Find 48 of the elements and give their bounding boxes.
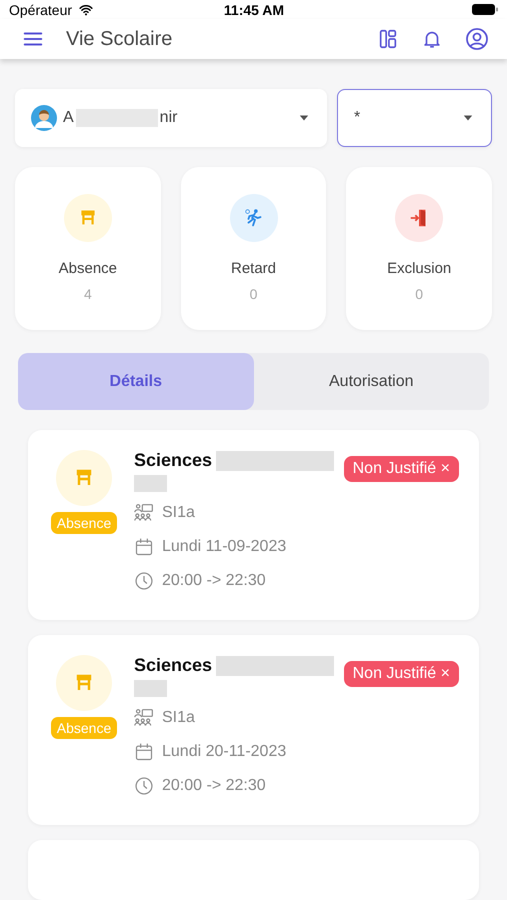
wifi-icon: [77, 2, 96, 17]
absence-date: Lundi 11-09-2023: [162, 538, 286, 556]
dropdown-caret-icon: [461, 113, 475, 123]
subject-title: Sciences: [134, 450, 212, 471]
stat-label: Exclusion: [387, 260, 452, 277]
student-name-end: nir: [160, 109, 178, 127]
calendar-icon: [134, 537, 154, 557]
subject-title: Sciences: [134, 655, 212, 676]
stat-card[interactable]: Absence 4: [15, 167, 161, 330]
tab[interactable]: Autorisation: [254, 353, 489, 410]
type-badge: Absence: [50, 717, 118, 739]
clock-icon: [134, 776, 154, 796]
period-dropdown[interactable]: *: [337, 89, 492, 147]
class-group: SI1a: [162, 504, 195, 522]
status-badge: Non Justifié ×: [344, 661, 459, 687]
time-range: 20:00 -> 22:30: [162, 777, 266, 795]
status-time: 11:45 AM: [224, 2, 284, 18]
absence-date: Lundi 20-11-2023: [162, 743, 286, 761]
blurred-text: [134, 680, 167, 697]
group-icon: [134, 503, 154, 523]
record-card[interactable]: Absence Sciences Non Justifié × SI1a Lundi 20-11-2023 20:00 -> 22:30: [28, 635, 479, 825]
dropdown-caret-icon: [297, 113, 311, 123]
period-value: *: [354, 109, 360, 127]
stat-label: Absence: [58, 260, 118, 277]
calendar-icon: [134, 742, 154, 762]
avatar-icon: [31, 105, 57, 131]
clock-icon: [134, 571, 154, 591]
battery-icon: [472, 3, 499, 16]
layout-icon: [377, 28, 399, 50]
stat-count: 0: [415, 286, 424, 302]
record-card[interactable]: Absence Sciences Non Justifié × SI1a Lundi 11-09-2023 20:00 -> 22:30: [28, 430, 479, 620]
stat-label: Retard: [230, 260, 276, 277]
student-dropdown[interactable]: A nir: [15, 89, 327, 147]
type-badge: Absence: [50, 512, 118, 534]
blurred-text: [134, 475, 167, 492]
status-badge: Non Justifié ×: [344, 456, 459, 482]
stat-card[interactable]: Exclusion 0: [346, 167, 492, 330]
stat-card[interactable]: Retard 0: [180, 167, 326, 330]
student-name-start: A: [63, 109, 74, 127]
page-title: Vie Scolaire: [66, 28, 172, 51]
running-figure-icon: [242, 207, 264, 229]
stat-count: 0: [250, 286, 258, 302]
group-icon: [134, 708, 154, 728]
stat-count: 4: [84, 286, 92, 302]
class-group: SI1a: [162, 709, 195, 727]
user-circle-icon: [465, 27, 489, 52]
carrier-name: Opérateur: [9, 2, 72, 18]
time-range: 20:00 -> 22:30: [162, 572, 266, 590]
